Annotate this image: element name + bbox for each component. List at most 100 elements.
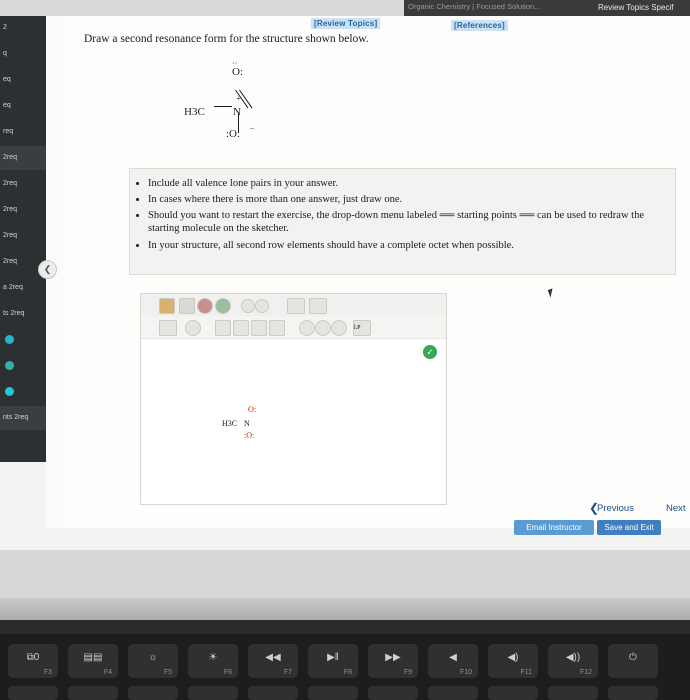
molecule-sketcher[interactable]: l.P ✓ H3C N O: :O: (140, 293, 447, 505)
key-f3[interactable]: ⧉0 F3 (8, 644, 58, 678)
clean-icon[interactable] (179, 298, 195, 314)
redo-icon[interactable] (215, 298, 231, 314)
key-row2-5[interactable] (248, 686, 298, 700)
key-f4[interactable]: ▤▤ F4 (68, 644, 118, 678)
charge-tool[interactable] (185, 320, 201, 336)
periodic-table-icon[interactable] (309, 298, 327, 314)
sidebar-item-4[interactable]: req (0, 120, 46, 144)
sidebar-item-7[interactable]: 2req (0, 198, 46, 222)
instructions-list: Include all valence lone pairs in your a… (148, 177, 675, 252)
eraser-icon[interactable] (159, 298, 175, 314)
sidebar-item-15[interactable]: nts 2req (0, 406, 46, 430)
bond-c-n (214, 106, 232, 107)
laptop-bezel-shadow (0, 598, 690, 622)
sidebar-item-3[interactable]: eq (0, 94, 46, 118)
key-row2-11[interactable] (608, 686, 658, 700)
key-f11[interactable]: ◀) F11 (488, 644, 538, 678)
instruction-item-3: In your structure, all second row elemen… (148, 239, 675, 252)
review-topics-link[interactable]: [Review Topics] (311, 18, 381, 29)
browser-tab-review-topics[interactable]: Review Topics Specif (598, 3, 673, 12)
sidebar-item-11[interactable]: ts 2req (0, 302, 46, 326)
key-row2-8[interactable] (428, 686, 478, 700)
sidebar-item-2[interactable]: eq (0, 68, 46, 92)
key-label-f9: F9 (403, 669, 412, 676)
status-dot-icon (5, 335, 14, 344)
key-row2-3[interactable] (128, 686, 178, 700)
molecule-structure: H3C N + O: ·· :O: − (184, 59, 344, 156)
structure-oxygen-bottom: :O: (226, 128, 241, 140)
key-label-f12: F12 (579, 669, 592, 676)
sidebar-item-1[interactable]: q (0, 42, 46, 66)
key-row2-1[interactable] (8, 686, 58, 700)
browser-tab-title[interactable]: Organic Chemistry | Focused Solution... (408, 2, 540, 11)
key-row2-2[interactable] (68, 686, 118, 700)
question-prompt: Draw a second resonance form for the str… (84, 33, 369, 45)
footer-actions: Email Instructor Save and Exit (0, 520, 690, 550)
zoom-out-icon[interactable] (255, 299, 269, 313)
sidebar-item-8[interactable]: 2req (0, 224, 46, 248)
sidebar-item-0[interactable]: 2 (0, 16, 46, 40)
zoom-in-icon[interactable] (241, 299, 255, 313)
key-label-f3: F3 (43, 669, 52, 676)
laptop-keyboard: ⧉0 F3 ▤▤ F4 ☼ F5 ☀ F6 ◀◀ F7 ▶ǁ F8 ▶▶ F9 … (0, 634, 690, 700)
references-link[interactable]: [References] (451, 20, 508, 31)
key-glyph-f3: ⧉0 (26, 652, 40, 663)
key-glyph-f9: ▶▶ (385, 652, 401, 663)
carbon-atom-tool[interactable] (159, 320, 177, 336)
instruction-item-0: Include all valence lone pairs in your a… (148, 177, 675, 190)
sidebar-item-14[interactable] (0, 380, 46, 404)
instructions-box: Include all valence lone pairs in your a… (129, 168, 676, 275)
cyclo-tool[interactable] (331, 320, 347, 336)
sketcher-canvas[interactable]: ✓ H3C N O: :O: (142, 338, 445, 503)
key-f12[interactable]: ◀)) F12 (548, 644, 598, 678)
key-f6[interactable]: ☀ F6 (188, 644, 238, 678)
key-row2-6[interactable] (308, 686, 358, 700)
sketcher-toolbar-secondary: l.P (141, 316, 446, 339)
canvas-h3c-label: H3C (222, 419, 238, 428)
left-sidebar: 2 q eq eq req 2req 2req 2req 2req 2req a… (0, 16, 46, 462)
sidebar-item-6[interactable]: 2req (0, 172, 46, 196)
previous-button[interactable]: Previous (597, 503, 634, 514)
key-row2-9[interactable] (488, 686, 538, 700)
key-label-f6: F6 (223, 669, 232, 676)
undo-icon[interactable] (197, 298, 213, 314)
h3c-label: H3C (184, 106, 205, 118)
sidebar-collapse-handle[interactable]: ❮ (38, 260, 57, 279)
key-glyph-f4: ▤▤ (83, 652, 103, 663)
key-row2-4[interactable] (188, 686, 238, 700)
lone-pair-tool[interactable]: l.P (353, 320, 371, 336)
sketcher-toolbar-primary (141, 294, 446, 317)
sidebar-item-10[interactable]: a 2req (0, 276, 46, 300)
save-and-exit-button[interactable]: Save and Exit (597, 520, 661, 535)
power-key[interactable]: ⏻ (608, 644, 658, 678)
sidebar-item-5[interactable]: 2req (0, 146, 46, 170)
triple-bond-tool[interactable] (251, 320, 267, 336)
email-instructor-button[interactable]: Email Instructor (514, 520, 594, 535)
laptop-hinge (0, 620, 690, 634)
key-f10[interactable]: ◀ F10 (428, 644, 478, 678)
next-button[interactable]: Next (666, 503, 686, 514)
structure-oxygen-top-lone-pair: ·· (232, 59, 238, 68)
status-dot-icon (5, 387, 14, 396)
key-row2-7[interactable] (368, 686, 418, 700)
canvas-nitrogen: N (244, 419, 250, 428)
browser-top-bar: Organic Chemistry | Focused Solution... … (0, 0, 690, 16)
single-bond-tool[interactable] (215, 320, 231, 336)
key-glyph-f12: ◀)) (565, 652, 581, 663)
carbon-template-icon[interactable] (287, 298, 305, 314)
assignment-page: [Review Topics] [References] Draw a seco… (46, 16, 690, 528)
sidebar-item-13[interactable] (0, 354, 46, 378)
wedge-bond-tool[interactable] (269, 320, 285, 336)
key-f9[interactable]: ▶▶ F9 (368, 644, 418, 678)
key-glyph-f10: ◀ (449, 652, 457, 663)
sidebar-item-12[interactable] (0, 328, 46, 352)
ring-tool[interactable] (299, 320, 315, 336)
key-row2-10[interactable] (548, 686, 598, 700)
instruction-item-1: In cases where there is more than one an… (148, 193, 675, 206)
key-f5[interactable]: ☼ F5 (128, 644, 178, 678)
benzene-tool[interactable] (315, 320, 331, 336)
key-f8[interactable]: ▶ǁ F8 (308, 644, 358, 678)
double-bond-tool[interactable] (233, 320, 249, 336)
power-icon: ⏻ (629, 652, 637, 663)
key-f7[interactable]: ◀◀ F7 (248, 644, 298, 678)
